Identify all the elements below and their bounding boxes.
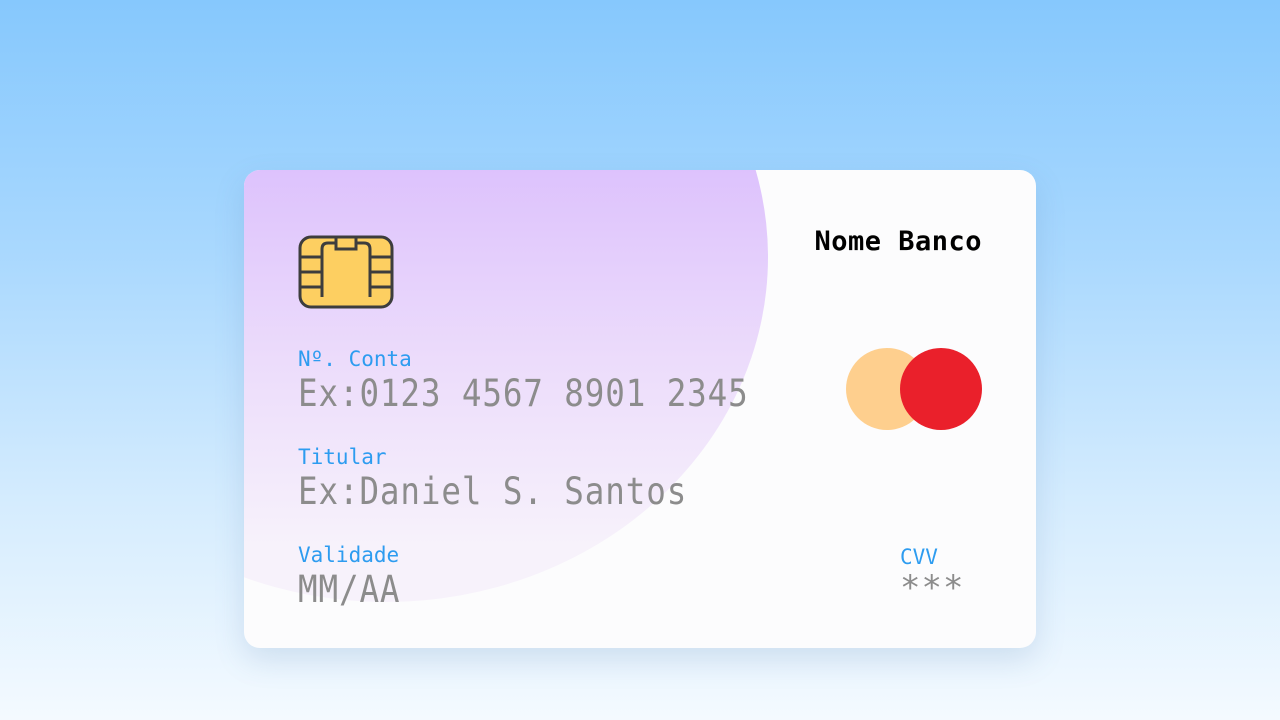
bank-name: Nome Banco [814,226,982,257]
validity-input[interactable] [298,568,439,612]
credit-card: Nome Banco Nº. Conta Titular Validade CV… [244,170,1036,648]
chip-icon [298,235,394,309]
holder-field: Titular [298,444,798,514]
account-number-field: Nº. Conta [298,346,838,416]
cvv-label: CVV [900,545,938,569]
account-number-input[interactable] [298,372,774,416]
cvv-field: CVV [900,544,1010,606]
holder-label: Titular [298,445,387,469]
holder-input[interactable] [298,470,738,514]
validity-label: Validade [298,543,400,567]
card-network-logo-icon [844,346,984,430]
validity-field: Validade [298,542,458,612]
logo-right-circle [900,348,982,430]
cvv-input[interactable] [900,570,1010,606]
account-number-label: Nº. Conta [298,347,412,371]
